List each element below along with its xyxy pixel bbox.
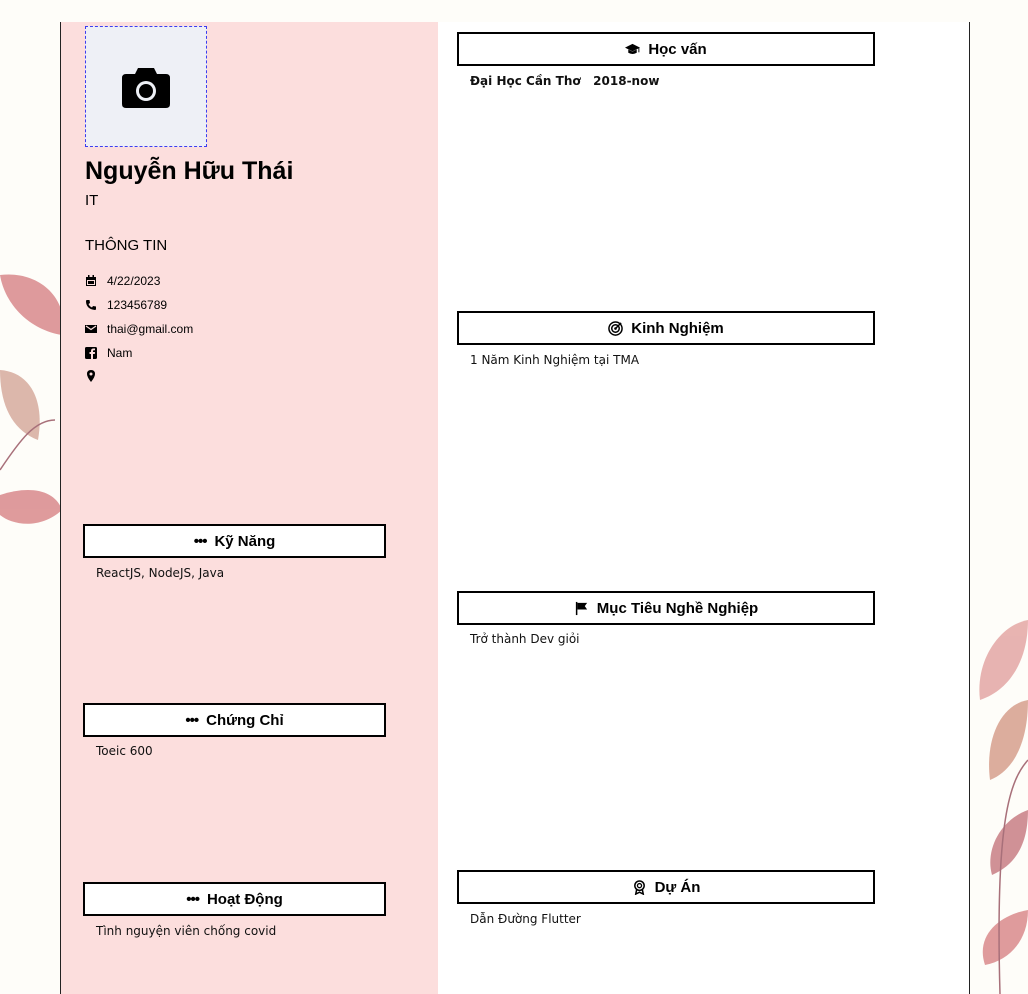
birthday-row: 4/22/2023 xyxy=(85,272,160,290)
experience-header[interactable]: Kinh Nghiệm xyxy=(457,311,875,345)
career-goal-header[interactable]: Mục Tiêu Nghề Nghiệp xyxy=(457,591,875,625)
activities-header[interactable]: ••• Hoạt Động xyxy=(83,882,386,916)
dots-icon: ••• xyxy=(185,711,199,729)
education-school: Đại Học Cần Thơ xyxy=(470,74,581,88)
experience-title: Kinh Nghiệm xyxy=(631,319,724,337)
email-text: thai@gmail.com xyxy=(107,322,194,336)
camera-icon xyxy=(122,67,170,108)
certificates-content[interactable]: Toeic 600 xyxy=(96,744,153,758)
phone-row: 123456789 xyxy=(85,296,167,314)
education-header[interactable]: Học vấn xyxy=(457,32,875,66)
skills-content[interactable]: ReactJS, NodeJS, Java xyxy=(96,566,224,580)
certificates-header[interactable]: ••• Chứng Chỉ xyxy=(83,703,386,737)
info-heading: THÔNG TIN xyxy=(85,237,168,254)
flag-icon xyxy=(575,601,587,615)
profile-job: IT xyxy=(85,192,99,209)
projects-content[interactable]: Dẫn Đường Flutter xyxy=(470,912,581,926)
dots-icon: ••• xyxy=(186,890,200,908)
phone-text: 123456789 xyxy=(107,298,168,312)
dots-icon: ••• xyxy=(193,532,208,550)
career-goal-title: Mục Tiêu Nghề Nghiệp xyxy=(596,599,759,617)
education-title: Học vấn xyxy=(648,40,707,58)
facebook-row: Nam xyxy=(85,344,132,362)
resume-page: Nguyễn Hữu Thái IT THÔNG TIN 4/22/2023 1… xyxy=(60,22,970,994)
location-pin-icon xyxy=(87,370,95,382)
avatar-upload[interactable] xyxy=(85,26,207,147)
left-column: Nguyễn Hữu Thái IT THÔNG TIN 4/22/2023 1… xyxy=(61,22,438,994)
projects-header[interactable]: Dự Án xyxy=(457,870,875,904)
facebook-icon xyxy=(85,347,97,359)
mail-icon xyxy=(85,325,97,333)
birthday-text: 4/22/2023 xyxy=(107,274,161,288)
award-icon xyxy=(633,879,645,895)
career-goal-content[interactable]: Trở thành Dev giỏi xyxy=(470,632,580,646)
experience-content[interactable]: 1 Năm Kinh Nghiệm tại TMA xyxy=(470,353,639,367)
gender-text: Nam xyxy=(107,346,133,360)
target-icon xyxy=(608,320,624,336)
education-years: 2018-now xyxy=(593,74,660,88)
calendar-icon xyxy=(86,275,96,286)
phone-icon xyxy=(86,300,96,310)
education-content[interactable]: Đại Học Cần Thơ 2018-now xyxy=(470,74,659,88)
graduation-cap-icon xyxy=(625,43,641,54)
activities-content[interactable]: Tình nguyện viên chống covid xyxy=(96,924,276,938)
profile-name: Nguyễn Hữu Thái xyxy=(85,157,294,185)
address-row xyxy=(85,367,107,385)
skills-title: Kỹ Năng xyxy=(214,532,276,550)
certificates-title: Chứng Chỉ xyxy=(206,711,284,729)
activities-title: Hoạt Động xyxy=(206,890,283,908)
projects-title: Dự Án xyxy=(654,878,701,896)
skills-header[interactable]: ••• Kỹ Năng xyxy=(83,524,386,558)
email-row: thai@gmail.com xyxy=(85,320,193,338)
